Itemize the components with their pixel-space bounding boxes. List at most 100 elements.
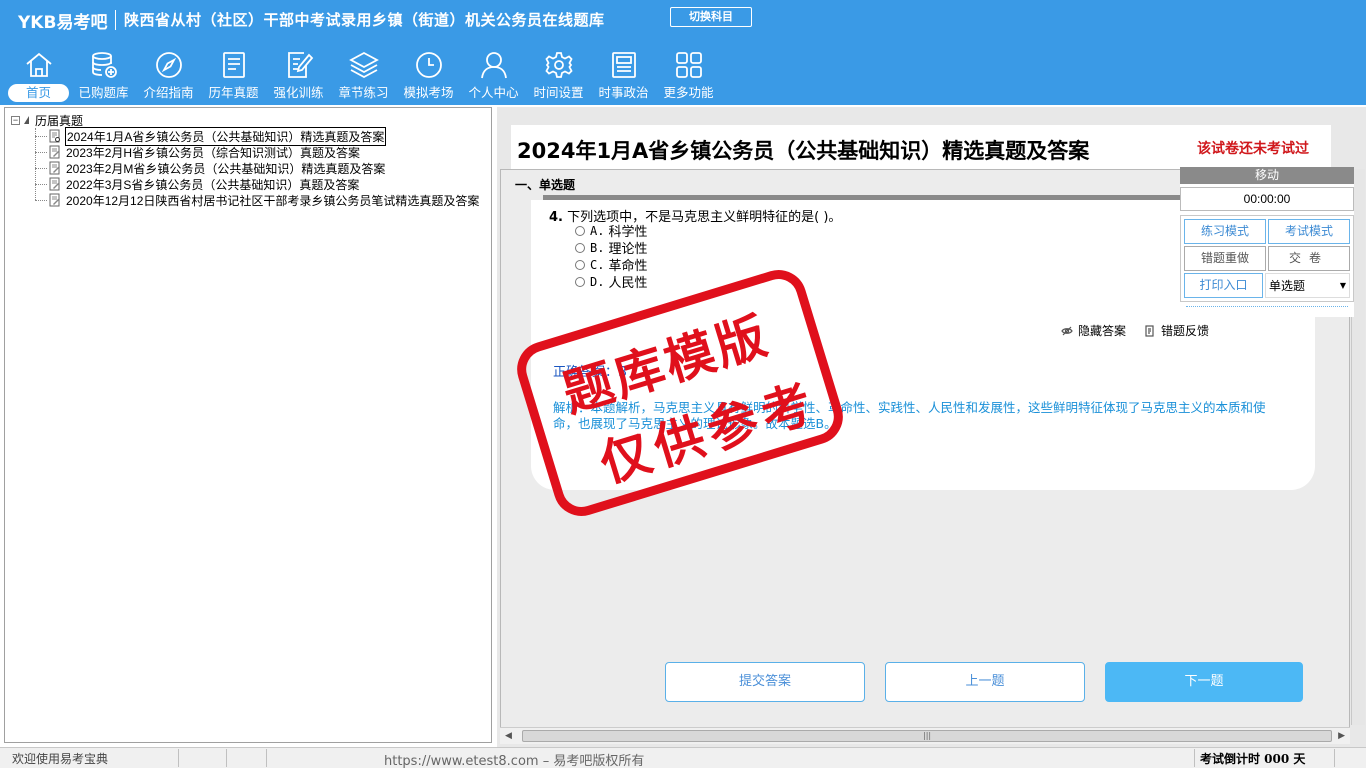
horizontal-scrollbar[interactable]: ◀ ||| ▶ <box>500 727 1350 744</box>
question-nav-buttons: 提交答案 上一题 下一题 <box>665 662 1323 702</box>
nav-personal-label: 个人中心 <box>468 85 519 100</box>
nav-intensive-label: 强化训练 <box>273 85 324 100</box>
top-bar: YKB易考吧 陕西省从村（社区）干部中考试录用乡镇（街道）机关公务员在线题库 切… <box>0 0 1366 105</box>
list-doc-icon <box>222 52 245 78</box>
option-b[interactable]: B. 理论性 <box>575 239 647 257</box>
radio-a[interactable] <box>575 225 585 236</box>
nav-mock-exam-label: 模拟考场 <box>403 85 454 100</box>
paper-tree: − 历届真题 2024年1月A省乡镇公务员（公共基础知识）精选真题及答案 202… <box>11 112 480 208</box>
submit-paper-button[interactable]: 交卷 <box>1268 246 1350 271</box>
gear-icon <box>544 52 573 78</box>
practice-mode-button[interactable]: 练习模式 <box>1184 219 1266 244</box>
report-error-label: 错题反馈 <box>1161 324 1210 338</box>
nav-past-exams-label: 历年真题 <box>208 85 259 100</box>
nav-mock-exam[interactable]: 模拟考场 <box>396 48 461 104</box>
grid-icon <box>675 52 702 78</box>
nav-current-affairs[interactable]: 时事政治 <box>591 48 656 104</box>
radio-c[interactable] <box>575 259 585 270</box>
answer-analysis: 解析：本题解析，马克思主义具有鲜明的科学性、革命性、实践性、人民性和发展性，这些… <box>553 400 1266 431</box>
exam-edit-icon <box>49 161 60 175</box>
tree-item-paper-5[interactable]: 2020年12月12日陕西省村居书记社区干部考录乡镇公务员笔试精选真题及答案 <box>35 192 480 208</box>
move-handle[interactable]: 移动 <box>1180 167 1354 184</box>
exam-edit-icon <box>49 193 60 207</box>
exam-edit-icon <box>49 145 60 159</box>
nav-time-settings[interactable]: 时间设置 <box>526 48 591 104</box>
question-type-select[interactable]: 单选题 ▼ <box>1265 273 1350 298</box>
option-letter: C. <box>590 257 605 272</box>
status-divider <box>1334 749 1335 767</box>
question-actions: 隐藏答案 错题反馈 <box>1061 322 1227 339</box>
copyright-text: https://www.etest8.com – 易考吧版权所有 <box>384 754 645 768</box>
radio-b[interactable] <box>575 242 585 253</box>
nav-home[interactable]: 首页 <box>6 48 71 104</box>
nav-chapter-label: 章节练习 <box>338 85 389 100</box>
option-text: 人民性 <box>608 276 648 291</box>
edit-doc-icon <box>287 52 313 78</box>
database-add-icon <box>91 52 117 78</box>
tree-item-paper-2[interactable]: 2023年2月H省乡镇公务员（综合知识测试）真题及答案 <box>35 144 480 160</box>
nav-more[interactable]: 更多功能 <box>656 48 721 104</box>
brand-divider <box>115 10 116 30</box>
status-divider <box>266 749 267 767</box>
tree-item-paper-3[interactable]: 2023年2月M省乡镇公务员（公共基础知识）精选真题及答案 <box>35 160 480 176</box>
scroll-right-icon[interactable]: ▶ <box>1338 731 1345 741</box>
section-heading: 一、单选题 <box>515 178 576 192</box>
paper-title: 2024年1月A省乡镇公务员（公共基础知识）精选真题及答案 <box>517 139 1090 163</box>
eye-off-icon <box>1061 326 1073 335</box>
exam-timer: 00:00:00 <box>1180 187 1354 211</box>
nav-past-exams[interactable]: 历年真题 <box>201 48 266 104</box>
option-d[interactable]: D. 人民性 <box>575 273 648 291</box>
tree-item-label: 2020年12月12日陕西省村居书记社区干部考录乡镇公务员笔试精选真题及答案 <box>66 193 480 208</box>
home-icon <box>25 52 52 77</box>
tree-item-paper-1[interactable]: 2024年1月A省乡镇公务员（公共基础知识）精选真题及答案 <box>35 126 480 146</box>
next-question-button[interactable]: 下一题 <box>1105 662 1303 702</box>
clock-icon <box>415 52 442 78</box>
exam-doc-icon <box>49 129 60 143</box>
submit-answer-button[interactable]: 提交答案 <box>665 662 865 702</box>
app-title: 陕西省从村（社区）干部中考试录用乡镇（街道）机关公务员在线题库 <box>124 11 605 29</box>
user-icon <box>480 52 507 79</box>
nav-home-label: 首页 <box>8 84 69 102</box>
exam-mode-button[interactable]: 考试模式 <box>1268 219 1350 244</box>
tree-item-label: 2023年2月H省乡镇公务员（综合知识测试）真题及答案 <box>66 145 361 160</box>
question-type-value: 单选题 <box>1269 279 1306 293</box>
nav-personal[interactable]: 个人中心 <box>461 48 526 104</box>
collapse-toggle-icon[interactable]: − <box>11 115 20 125</box>
radio-d[interactable] <box>575 276 585 287</box>
redo-wrong-button[interactable]: 错题重做 <box>1184 246 1266 271</box>
nav-chapter[interactable]: 章节练习 <box>331 48 396 104</box>
option-letter: D. <box>590 274 605 289</box>
nav-purchased[interactable]: 已购题库 <box>71 48 136 104</box>
feedback-icon <box>1145 324 1154 337</box>
options-list: A. 科学性 B. 理论性 C. 革命性 D. 人民性 <box>575 222 648 291</box>
option-c[interactable]: C. 革命性 <box>575 256 647 274</box>
folder-triangle-icon <box>24 116 29 124</box>
nav-time-settings-label: 时间设置 <box>533 85 584 100</box>
tree-item-label: 2022年3月S省乡镇公务员（公共基础知识）真题及答案 <box>66 177 360 192</box>
layers-icon <box>348 51 379 79</box>
nav-guide[interactable]: 介绍指南 <box>136 48 201 104</box>
grip-icon: ||| <box>923 731 932 740</box>
correct-answer: 正确答案：B <box>553 365 627 380</box>
hide-answer-button[interactable]: 隐藏答案 <box>1061 322 1126 339</box>
prev-question-button[interactable]: 上一题 <box>885 662 1085 702</box>
exam-edit-icon <box>49 177 60 191</box>
tree-item-paper-4[interactable]: 2022年3月S省乡镇公务员（公共基础知识）真题及答案 <box>35 176 480 192</box>
nav-current-affairs-label: 时事政治 <box>598 85 649 100</box>
exam-control-panel: 移动 00:00:00 练习模式 考试模式 错题重做 交卷 打印入口 单选题 ▼ <box>1180 167 1354 317</box>
nav-purchased-label: 已购题库 <box>78 85 129 100</box>
paper-status: 该试卷还未考试过 <box>1197 141 1309 157</box>
panel-bottom-edge <box>1186 304 1348 307</box>
status-divider <box>1194 749 1195 767</box>
newspaper-icon <box>611 52 636 78</box>
report-error-button[interactable]: 错题反馈 <box>1144 322 1209 339</box>
print-button[interactable]: 打印入口 <box>1184 273 1263 298</box>
compass-icon <box>155 52 182 78</box>
scroll-left-icon[interactable]: ◀ <box>505 731 512 741</box>
nav-intensive[interactable]: 强化训练 <box>266 48 331 104</box>
dropdown-arrow-icon: ▼ <box>1339 281 1346 290</box>
option-a[interactable]: A. 科学性 <box>575 222 647 240</box>
switch-subject-button[interactable]: 切换科目 <box>670 7 752 27</box>
scroll-thumb[interactable]: ||| <box>522 730 1332 742</box>
option-letter: B. <box>590 240 605 255</box>
